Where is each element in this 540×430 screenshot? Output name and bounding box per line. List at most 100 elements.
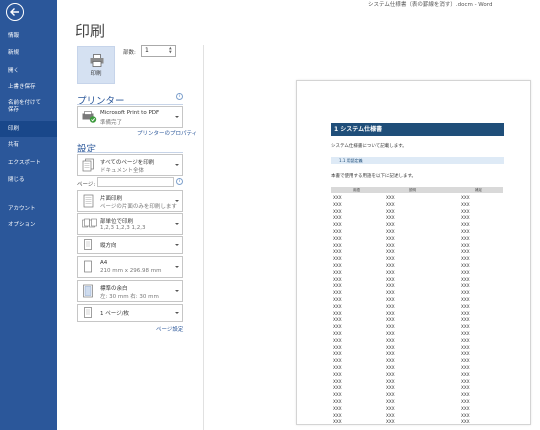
table-cell: XXX	[461, 310, 470, 316]
paper-size-dropdown[interactable]: A4 210 mm x 296.98 mm	[77, 256, 183, 278]
back-arrow-icon[interactable]	[6, 3, 24, 21]
print-preview-page: 1 システム仕様書 システム仕様書について記載します。 1.1 用語定義 本書で…	[296, 80, 531, 425]
table-cell: XXX	[333, 208, 342, 214]
printer-divider	[77, 104, 183, 105]
table-row: XXX XXX XXX	[331, 379, 503, 386]
printer-dropdown[interactable]: Microsoft Print to PDF 準備完了	[77, 106, 183, 128]
table-cell: XXX	[333, 256, 342, 262]
orientation-dropdown[interactable]: 縦方向	[77, 236, 183, 254]
table-cell: XXX	[333, 324, 342, 330]
table-cell: XXX	[461, 364, 470, 370]
table-cell: XXX	[461, 378, 470, 384]
table-cell: XXX	[461, 222, 470, 228]
sides-dropdown[interactable]: 片面印刷 ページの片面のみを印刷します	[77, 190, 183, 212]
preview-divider	[203, 45, 204, 430]
table-row: XXX XXX XXX	[331, 202, 503, 209]
info-icon[interactable]: i	[176, 93, 183, 100]
table-cell: XXX	[333, 283, 342, 289]
print-button[interactable]: 印刷	[77, 46, 115, 84]
print-range-dropdown[interactable]: すべてのページを印刷 ドキュメント全体	[77, 154, 183, 176]
info-icon[interactable]: i	[176, 178, 183, 185]
nav-print[interactable]: 印刷	[0, 121, 57, 137]
table-cell: XXX	[386, 256, 395, 262]
chevron-down-icon	[175, 116, 179, 118]
table-row: XXX XXX XXX	[331, 331, 503, 338]
chevron-down-icon	[175, 200, 179, 202]
table-cell: XXX	[461, 412, 470, 418]
nav-save-as[interactable]: 名前を付けて 保存	[0, 100, 57, 116]
table-cell: XXX	[461, 228, 470, 234]
table-cell: XXX	[333, 405, 342, 411]
table-cell: XXX	[461, 358, 470, 364]
page-setup-link[interactable]: ページ設定	[156, 325, 183, 333]
table-cell: XXX	[461, 419, 470, 425]
table-row: XXX XXX XXX	[331, 229, 503, 236]
nav-open[interactable]: 開く	[0, 66, 57, 76]
table-cell: XXX	[333, 235, 342, 241]
table-cell: XXX	[333, 419, 342, 425]
table-cell: XXX	[461, 330, 470, 336]
nav-options[interactable]: オプション	[0, 220, 57, 230]
table-cell: XXX	[461, 303, 470, 309]
table-cell: XXX	[333, 358, 342, 364]
table-row: XXX XXX XXX	[331, 277, 503, 284]
table-cell: XXX	[461, 269, 470, 275]
nav-share[interactable]: 共有	[0, 140, 57, 150]
collate-dropdown[interactable]: 部単位で印刷 1,2,3 1,2,3 1,2,3	[77, 213, 183, 235]
doc-table-header-cell: 用語	[353, 188, 360, 192]
table-cell: XXX	[386, 317, 395, 323]
nav-save[interactable]: 上書き保存	[0, 82, 57, 92]
table-row: XXX XXX XXX	[331, 351, 503, 358]
portrait-icon	[84, 239, 92, 250]
table-cell: XXX	[386, 276, 395, 282]
doc-table-header-cell: 説明	[409, 188, 416, 192]
table-cell: XXX	[386, 358, 395, 364]
table-cell: XXX	[461, 195, 470, 200]
table-row: XXX XXX XXX	[331, 283, 503, 290]
nav-account[interactable]: アカウント	[0, 204, 57, 214]
table-row: XXX XXX XXX	[331, 317, 503, 324]
table-cell: XXX	[461, 371, 470, 377]
nav-new[interactable]: 新規	[0, 48, 57, 58]
printer-status-icon	[82, 111, 97, 123]
table-row: XXX XXX XXX	[331, 399, 503, 406]
nav-close[interactable]: 閉じる	[0, 175, 57, 185]
table-cell: XXX	[461, 290, 470, 296]
paper-size-title: A4	[100, 260, 108, 266]
sides-detail: ページの片面のみを印刷します	[100, 204, 177, 210]
collate-icon	[82, 218, 97, 228]
table-cell: XXX	[333, 330, 342, 336]
margins-icon	[83, 284, 93, 298]
table-cell: XXX	[386, 242, 395, 248]
table-cell: XXX	[386, 283, 395, 289]
printer-properties-link[interactable]: プリンターのプロパティ	[137, 129, 197, 137]
table-row: XXX XXX XXX	[331, 222, 503, 229]
pages-input[interactable]	[97, 177, 174, 187]
table-cell: XXX	[461, 385, 470, 391]
nav-export[interactable]: エクスポート	[0, 158, 57, 168]
doc-subheading: 1.1 用語定義	[331, 157, 504, 164]
table-cell: XXX	[333, 303, 342, 309]
margins-dropdown[interactable]: 標準の余白 左: 30 mm 右: 30 mm	[77, 280, 183, 302]
doc-description: 本書で使用する用語を以下に記述します。	[331, 174, 417, 179]
nav-info[interactable]: 情報	[0, 31, 57, 41]
backstage-sidebar: 情報 新規 開く 上書き保存 名前を付けて 保存 印刷 共有 エクスポート 閉じ…	[0, 0, 57, 430]
table-row: XXX XXX XXX	[331, 311, 503, 318]
table-row: XXX XXX XXX	[331, 392, 503, 399]
table-cell: XXX	[386, 262, 395, 268]
table-cell: XXX	[333, 337, 342, 343]
table-cell: XXX	[386, 235, 395, 241]
paper-size-icon	[84, 260, 92, 273]
table-cell: XXX	[333, 296, 342, 302]
pages-per-sheet-dropdown[interactable]: 1 ページ/枚	[77, 304, 183, 322]
chevron-down-icon	[175, 164, 179, 166]
chevron-down-icon	[175, 266, 179, 268]
table-cell: XXX	[386, 398, 395, 404]
copies-spinner[interactable]: ▲ ▼	[169, 46, 172, 54]
table-cell: XXX	[386, 303, 395, 309]
pages-icon	[82, 158, 94, 172]
table-cell: XXX	[386, 296, 395, 302]
table-cell: XXX	[461, 351, 470, 357]
chevron-down-icon	[175, 312, 179, 314]
sides-title: 片面印刷	[100, 196, 123, 202]
